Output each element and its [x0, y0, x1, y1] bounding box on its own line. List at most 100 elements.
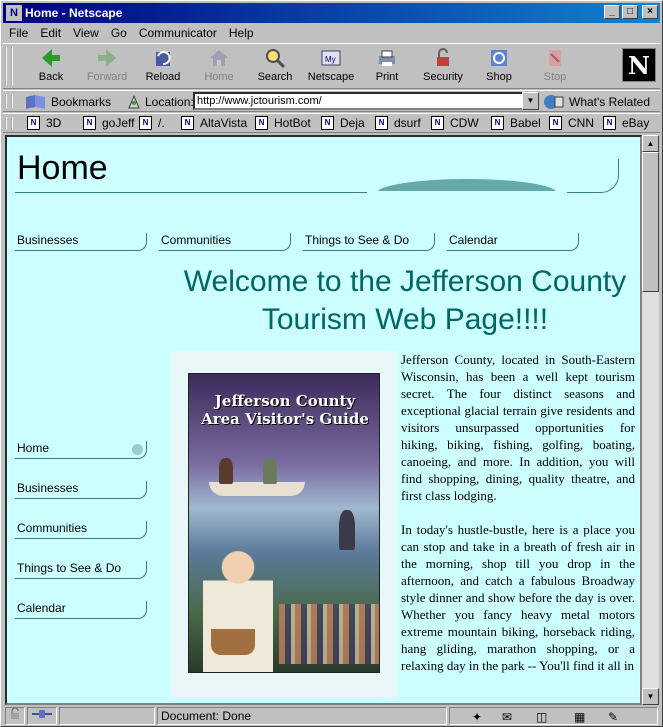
bookmark-item[interactable]: NeBay: [603, 116, 649, 130]
forward-button[interactable]: Forward: [79, 47, 135, 87]
page-title: Home: [17, 149, 108, 187]
shop-button[interactable]: Shop: [471, 47, 527, 87]
svg-text:My: My: [325, 55, 336, 64]
location-toolbar: Bookmarks Location: http://www.jctourism…: [3, 90, 660, 112]
menu-bar: File Edit View Go Communicator Help: [3, 24, 660, 42]
sidenav-things-to-see[interactable]: Things to See & Do: [15, 561, 147, 579]
status-text: Document: Done: [157, 707, 447, 725]
printer-icon: [379, 50, 395, 66]
bookmark-page-icon: N: [321, 116, 334, 130]
netscape-button[interactable]: My Netscape: [303, 47, 359, 87]
vertical-scrollbar[interactable]: ▲ ▼: [642, 135, 659, 705]
bookmark-item[interactable]: N AltaVista: [181, 116, 247, 130]
home-icon: [210, 50, 228, 66]
menu-help[interactable]: Help: [229, 26, 254, 40]
menu-file[interactable]: File: [9, 26, 28, 40]
sidenav-businesses[interactable]: Businesses: [15, 481, 147, 499]
back-arrow-icon: [42, 49, 60, 67]
scroll-down-button[interactable]: ▼: [642, 688, 659, 705]
forward-arrow-icon: [98, 49, 116, 67]
bookmark-page-icon: N: [375, 116, 388, 130]
bookmark-page-icon: N: [431, 116, 444, 130]
whats-related-button[interactable]: What's Related: [543, 94, 650, 110]
bookmark-item[interactable]: N Deja: [321, 116, 365, 130]
window-title: Home - Netscape: [25, 6, 123, 20]
print-button[interactable]: Print: [359, 47, 415, 87]
menu-view[interactable]: View: [73, 26, 99, 40]
whats-related-icon: [544, 95, 564, 109]
security-button[interactable]: Security: [415, 47, 471, 87]
bookmark-item[interactable]: N/.: [139, 116, 165, 130]
bookmark-item[interactable]: Ndsurf: [375, 116, 421, 130]
bookmark-item[interactable]: NgoJeff: [83, 116, 134, 130]
netscape-app-icon: N: [6, 5, 22, 21]
navigator-icon[interactable]: ✦: [472, 709, 482, 725]
toolbar-grip[interactable]: [5, 47, 13, 85]
bookmark-item[interactable]: N CNN: [549, 116, 594, 130]
navigation-toolbar: Back Forward Reload Home Search My Netsc…: [3, 43, 660, 89]
page-content: Home Businesses Communities Things to Se…: [5, 135, 642, 705]
stop-button[interactable]: Stop: [527, 47, 583, 87]
current-page-indicator: [132, 444, 143, 455]
intro-paragraph-2: In today's hustle-bustle, here is a plac…: [401, 522, 635, 673]
bookmark-page-icon: N: [27, 116, 40, 130]
mail-icon[interactable]: ✉: [502, 709, 512, 725]
home-button[interactable]: Home: [191, 47, 247, 87]
guide-cover-title: Jefferson County Area Visitor's Guide: [201, 392, 369, 428]
browser-window: N Home - Netscape _ □ × File Edit View G…: [0, 0, 663, 727]
bookmark-page-icon: N: [139, 116, 152, 130]
netscape-logo[interactable]: N: [622, 48, 656, 82]
visitor-guide-cover-image[interactable]: Jefferson County Area Visitor's Guide: [188, 373, 380, 673]
menu-edit[interactable]: Edit: [40, 26, 61, 40]
bookmarks-button[interactable]: Bookmarks: [25, 94, 111, 110]
reload-button[interactable]: Reload: [135, 47, 191, 87]
connection-status-icon[interactable]: [27, 707, 57, 725]
welcome-heading: Welcome to the Jefferson County Tourism …: [183, 265, 627, 336]
intro-text: Jefferson County, located in South-Easte…: [401, 351, 635, 691]
discussions-icon[interactable]: ◫: [536, 709, 547, 725]
url-field[interactable]: http://www.jctourism.com/: [193, 92, 525, 110]
component-bar: ✦ ✉ ◫ ▦ ✎: [449, 707, 658, 725]
my-netscape-icon: My: [321, 50, 341, 66]
menu-go[interactable]: Go: [111, 26, 127, 40]
topnav-businesses[interactable]: Businesses: [15, 233, 147, 251]
minimize-button[interactable]: _: [604, 5, 620, 19]
bookmark-item[interactable]: N 3D: [27, 116, 61, 130]
bookmark-page-icon: N: [181, 116, 194, 130]
visitor-guide-image-frame: Jefferson County Area Visitor's Guide: [171, 351, 397, 697]
edit-page-icon[interactable]: ✎: [608, 709, 618, 725]
close-button[interactable]: ×: [642, 5, 658, 19]
composer-icon[interactable]: ▦: [574, 709, 585, 725]
topnav-communities[interactable]: Communities: [159, 233, 291, 251]
sidenav-calendar[interactable]: Calendar: [15, 601, 147, 619]
url-dropdown-button[interactable]: ▼: [522, 92, 539, 110]
personal-toolbar-grip[interactable]: [5, 117, 13, 129]
sidenav-home[interactable]: Home: [15, 441, 147, 459]
back-button[interactable]: Back: [23, 47, 79, 87]
security-status-icon[interactable]: [5, 707, 25, 725]
progress-bar: [59, 707, 155, 725]
intro-paragraph-1: Jefferson County, located in South-Easte…: [401, 352, 635, 503]
bookmark-page-icon: N: [255, 116, 268, 130]
search-button[interactable]: Search: [247, 47, 303, 87]
topnav-calendar[interactable]: Calendar: [447, 233, 579, 251]
personal-toolbar: N 3D NgoJeff N/. N AltaVista N HotBot N Deja…: [3, 113, 660, 133]
bookmark-page-icon: N: [491, 116, 504, 130]
scroll-up-button[interactable]: ▲: [642, 135, 659, 152]
bookmark-item[interactable]: N HotBot: [255, 116, 311, 130]
title-bar: N Home - Netscape _ □ ×: [3, 3, 660, 23]
bookmark-page-icon: N: [549, 116, 562, 130]
bookmark-item[interactable]: N Babel: [491, 116, 541, 130]
status-bar: Document: Done ✦ ✉ ◫ ▦ ✎: [3, 706, 660, 726]
sidenav-communities[interactable]: Communities: [15, 521, 147, 539]
bookmark-page-icon: N: [83, 116, 96, 130]
bookmarks-icon: [26, 95, 45, 109]
bookmark-item[interactable]: N CDW: [431, 116, 479, 130]
topnav-things-to-see[interactable]: Things to See & Do: [303, 233, 435, 251]
menu-communicator[interactable]: Communicator: [139, 26, 217, 40]
search-icon: [266, 49, 286, 69]
page-proxy-icon[interactable]: [127, 94, 141, 110]
scroll-thumb[interactable]: [642, 152, 659, 292]
maximize-button[interactable]: □: [622, 5, 638, 19]
location-toolbar-grip[interactable]: [5, 94, 13, 108]
